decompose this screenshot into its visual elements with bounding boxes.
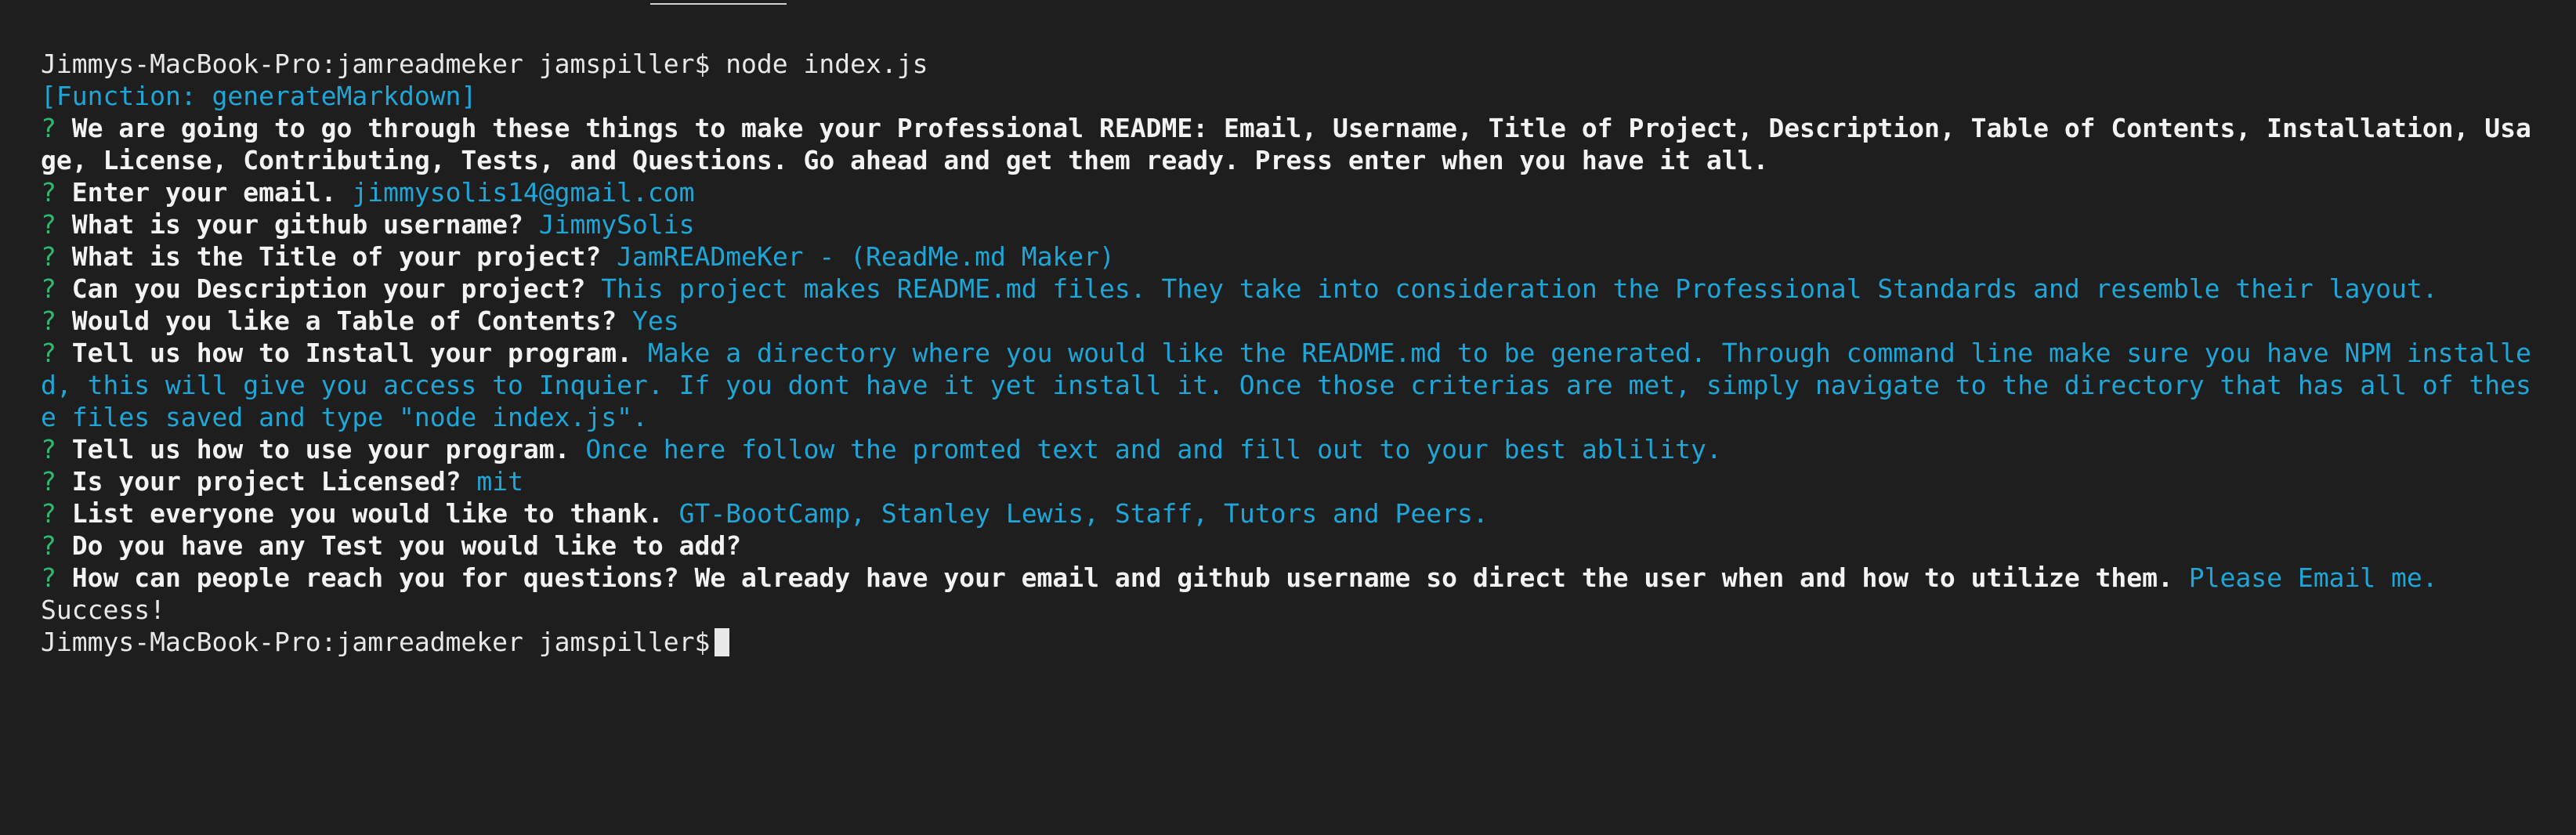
question-line: ? What is your github username? JimmySol…	[41, 208, 2540, 240]
answer-text: JimmySolis	[538, 209, 695, 240]
final-prompt-line[interactable]: Jimmys-MacBook-Pro:jamreadmeker jamspill…	[41, 626, 2540, 658]
question-mark: ?	[41, 562, 56, 593]
cursor-block[interactable]	[715, 628, 730, 656]
success-message: Success!	[41, 595, 165, 625]
answer-text: Please Email me.	[2188, 562, 2438, 593]
question-line: ? Tell us how to Install your program. M…	[41, 337, 2540, 433]
question-line: ? Enter your email. jimmysolis14@gmail.c…	[41, 176, 2540, 208]
intro-line: ? We are going to go through these thing…	[41, 112, 2540, 176]
scroll-marker	[650, 3, 787, 5]
question-mark: ?	[41, 338, 56, 368]
terminal-output[interactable]: Jimmys-MacBook-Pro:jamreadmeker jamspill…	[41, 48, 2540, 658]
question-line: ? Would you like a Table of Contents? Ye…	[41, 305, 2540, 337]
question-line: ? How can people reach you for questions…	[41, 562, 2540, 594]
answer-text: GT-BootCamp, Stanley Lewis, Staff, Tutor…	[678, 498, 1489, 529]
answer-text: This project makes README.md files. They…	[601, 273, 2438, 304]
question-mark: ?	[41, 466, 56, 497]
question-line: ? What is the Title of your project? Jam…	[41, 240, 2540, 273]
question-text: Enter your email.	[71, 177, 337, 208]
question-line: ? List everyone you would like to thank.…	[41, 497, 2540, 530]
question-text: Would you like a Table of Contents?	[71, 305, 617, 336]
question-mark: ?	[41, 273, 56, 304]
question-text: How can people reach you for questions? …	[71, 562, 2173, 593]
command-line: Jimmys-MacBook-Pro:jamreadmeker jamspill…	[41, 48, 2540, 80]
intro-text: We are going to go through these things …	[41, 113, 2531, 175]
question-text: Tell us how to use your program.	[71, 434, 570, 464]
shell-prompt: Jimmys-MacBook-Pro:jamreadmeker jamspill…	[41, 49, 726, 79]
answer-text: mit	[476, 466, 523, 497]
question-text: What is the Title of your project?	[71, 241, 602, 272]
question-text: Is your project Licensed?	[71, 466, 461, 497]
question-text: Can you Description your project?	[71, 273, 586, 304]
question-mark: ?	[41, 498, 56, 529]
answer-text: Once here follow the promted text and an…	[585, 434, 1722, 464]
function-output: [Function: generateMarkdown]	[41, 81, 477, 111]
question-line: ? Is your project Licensed? mit	[41, 465, 2540, 497]
question-mark: ?	[41, 241, 56, 272]
question-mark: ?	[41, 434, 56, 464]
question-text: List everyone you would like to thank.	[71, 498, 664, 529]
question-mark: ?	[41, 177, 56, 208]
answer-text: JamREADmeKer - (ReadMe.md Maker)	[617, 241, 1115, 272]
question-text: What is your github username?	[71, 209, 523, 240]
question-line: ? Tell us how to use your program. Once …	[41, 433, 2540, 465]
question-text: Tell us how to Install your program.	[71, 338, 632, 368]
command-text: node index.js	[725, 49, 928, 79]
question-mark: ?	[41, 530, 56, 561]
shell-prompt: Jimmys-MacBook-Pro:jamreadmeker jamspill…	[41, 627, 711, 657]
question-mark: ?	[41, 305, 56, 336]
question-mark: ?	[41, 113, 56, 143]
question-line: ? Do you have any Test you would like to…	[41, 530, 2540, 562]
question-line: ? Can you Description your project? This…	[41, 273, 2540, 305]
answer-text: jimmysolis14@gmail.com	[352, 177, 695, 208]
answer-text: Yes	[632, 305, 679, 336]
question-mark: ?	[41, 209, 56, 240]
question-text: Do you have any Test you would like to a…	[71, 530, 742, 561]
